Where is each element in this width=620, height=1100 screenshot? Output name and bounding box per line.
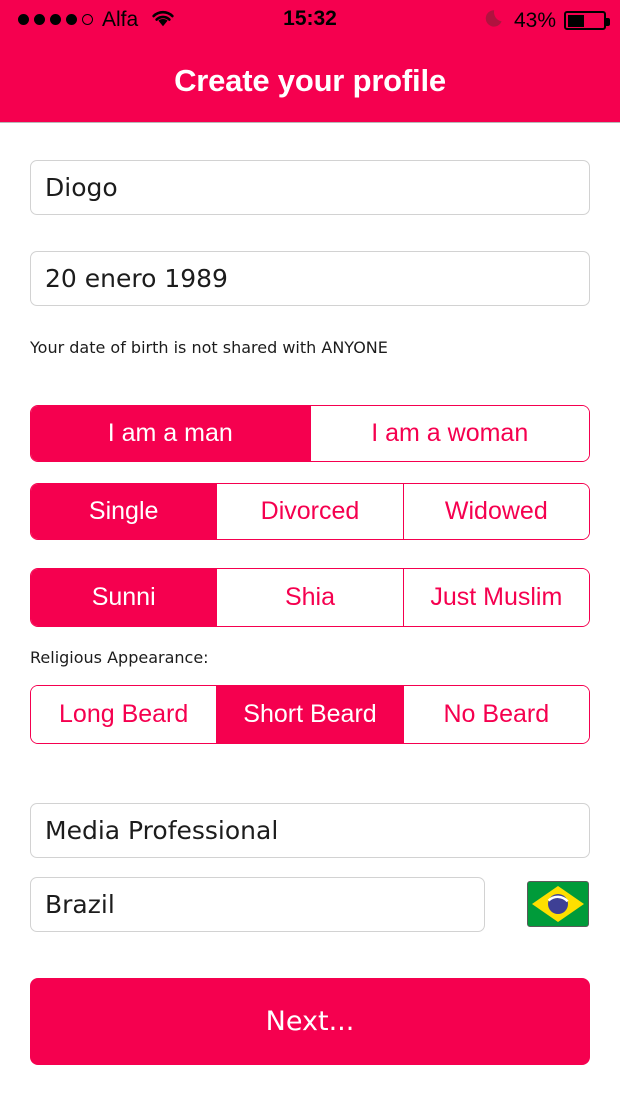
gender-segmented-control[interactable]: I am a man I am a woman [30,405,590,462]
beard-option-long[interactable]: Long Beard [31,686,218,743]
gender-option-woman[interactable]: I am a woman [310,406,589,461]
marital-option-divorced[interactable]: Divorced [217,484,404,539]
name-input[interactable]: Diogo [30,160,590,215]
date-of-birth-hint: Your date of birth is not shared with AN… [30,338,388,357]
marital-status-segmented-control[interactable]: Single Divorced Widowed [30,483,590,540]
next-button[interactable]: Next... [30,978,590,1065]
page-title: Create your profile [174,63,446,98]
battery-percent-label: 43% [513,9,556,32]
status-bar: Alfa 15:32 43% [0,0,620,40]
country-input[interactable]: Brazil [30,877,485,932]
battery-icon [564,11,610,30]
beard-option-short[interactable]: Short Beard [217,686,404,743]
phone-screen: Alfa 15:32 43% Create your profile Diogo… [0,0,620,1100]
religion-option-shia[interactable]: Shia [217,569,404,626]
beard-option-none[interactable]: No Beard [403,686,589,743]
religious-appearance-label: Religious Appearance: [30,648,209,667]
religion-option-sunni[interactable]: Sunni [31,569,218,626]
brazil-flag-icon [527,881,589,927]
religious-appearance-segmented-control[interactable]: Long Beard Short Beard No Beard [30,685,590,744]
profession-input[interactable]: Media Professional [30,803,590,858]
marital-option-single[interactable]: Single [31,484,218,539]
status-bar-right: 43% [485,8,610,33]
moon-icon [485,8,506,33]
gender-option-man[interactable]: I am a man [31,406,311,461]
religion-option-just-muslim[interactable]: Just Muslim [403,569,589,626]
date-of-birth-input[interactable]: 20 enero 1989 [30,251,590,306]
marital-option-widowed[interactable]: Widowed [403,484,589,539]
app-header: Alfa 15:32 43% Create your profile [0,0,620,123]
religion-segmented-control[interactable]: Sunni Shia Just Muslim [30,568,590,627]
